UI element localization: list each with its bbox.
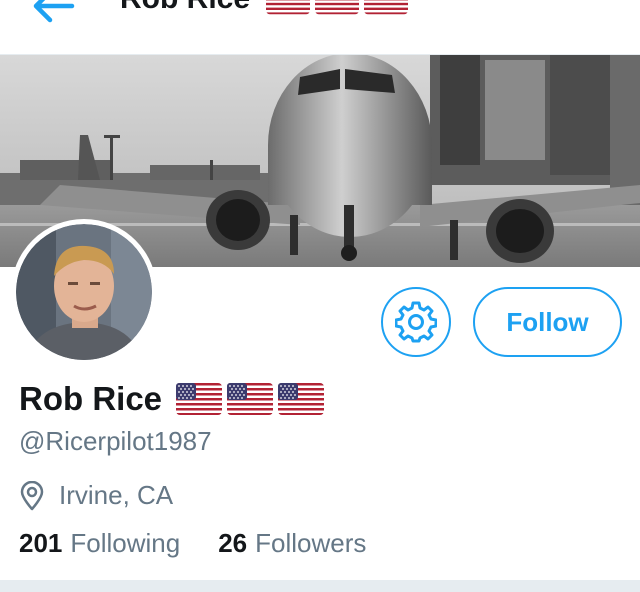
us-flag-icon (266, 0, 310, 15)
gear-icon (395, 301, 437, 343)
follow-button[interactable]: Follow (473, 287, 622, 357)
profile-name-text: Rob Rice (19, 380, 163, 417)
followers-count: 26 (218, 528, 248, 558)
us-flag-icon (278, 382, 324, 416)
followers-label: Followers (255, 528, 367, 558)
nav-title-text: Rob Rice (120, 0, 250, 16)
arrow-left-icon (33, 0, 75, 23)
us-flag-icon (364, 0, 408, 15)
nav-title: Rob Rice (120, 0, 408, 16)
profile-name: Rob Rice (19, 380, 324, 418)
followers-stat[interactable]: 26 Followers (218, 528, 366, 559)
location-text: Irvine, CA (59, 480, 174, 510)
location-pin-icon (19, 480, 45, 511)
profile-handle: @Ricerpilot1987 (19, 426, 212, 456)
settings-button[interactable] (381, 287, 451, 357)
avatar-photo (16, 224, 152, 360)
following-stat[interactable]: 201 Following (19, 528, 180, 559)
profile-stats: 201 Following 26 Followers (19, 528, 404, 559)
following-count: 201 (19, 528, 63, 558)
name-flags (176, 382, 324, 416)
top-nav-bar: Rob Rice (0, 0, 640, 55)
us-flag-icon (176, 382, 222, 416)
profile-location: Irvine, CA (19, 480, 173, 511)
us-flag-icon (315, 0, 359, 15)
us-flag-icon (227, 382, 273, 416)
nav-flags (266, 0, 408, 15)
follow-button-label: Follow (506, 306, 589, 337)
back-button[interactable] (30, 0, 80, 26)
section-divider (0, 580, 640, 592)
following-label: Following (70, 528, 181, 558)
avatar[interactable] (16, 224, 152, 360)
